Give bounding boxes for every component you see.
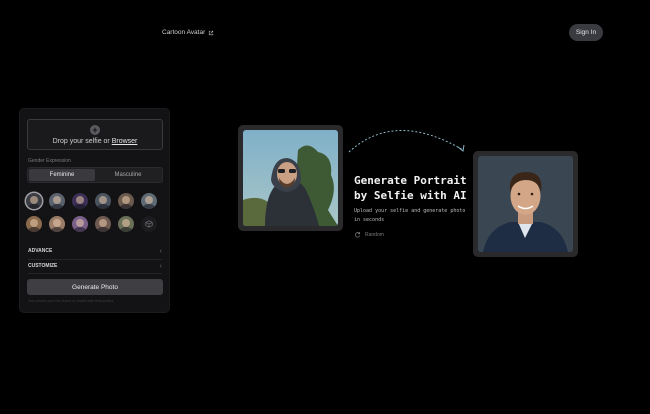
gender-expression-label: Gender Expression [28,158,71,164]
dashed-arrow [348,130,465,153]
cube-icon [145,220,153,228]
external-link-icon [209,30,214,35]
generate-photo-button[interactable]: Generate Photo [27,279,163,295]
browser-link[interactable]: Browser [112,138,138,145]
random-label: Random [365,231,384,238]
selfie-example-card [238,125,343,231]
style-avatar-grid [26,193,162,232]
style-avatar[interactable] [95,216,111,232]
refresh-icon [355,232,361,238]
hero-subtitle: Upload your selfie and generate photo in… [354,208,466,223]
style-avatar[interactable] [72,216,88,232]
generator-panel: + Drop your selfie or Browser Gender Exp… [19,108,170,313]
gender-segmented-control: Feminine Masculine [27,167,163,183]
advance-section[interactable]: ADVANCE ‹ [28,246,162,256]
divider [28,259,162,260]
cartoon-avatar-label: Cartoon Avatar [162,29,206,36]
more-styles-button[interactable] [141,216,157,232]
customize-label: CUSTOMIZE [28,263,58,269]
advance-label: ADVANCE [28,248,53,254]
portrait-result-card [473,151,578,257]
random-button[interactable]: Random [354,231,384,238]
customize-section[interactable]: CUSTOMIZE ‹ [28,261,162,271]
style-avatar[interactable] [141,193,157,209]
style-avatar[interactable] [95,193,111,209]
masculine-option[interactable]: Masculine [95,169,161,181]
divider [28,273,162,274]
plus-icon: + [90,124,100,135]
style-avatar[interactable] [49,216,65,232]
chevron-left-icon: ‹ [159,247,162,255]
cartoon-avatar-link[interactable]: Cartoon Avatar [162,29,214,36]
style-avatar[interactable] [26,216,42,232]
sign-in-button[interactable]: Sign In [569,24,603,41]
style-avatar[interactable] [118,193,134,209]
style-avatar[interactable] [26,193,42,209]
chevron-left-icon: ‹ [159,262,162,270]
style-avatar[interactable] [118,216,134,232]
feminine-option[interactable]: Feminine [29,169,95,181]
style-avatar[interactable] [72,193,88,209]
hero-title: Generate Portrait by Selfie with AI [354,174,467,202]
selfie-example-image [243,130,338,226]
style-avatar[interactable] [49,193,65,209]
dropzone-text: Drop your selfie or Browser [52,137,138,145]
privacy-footnote: Your photos won't be stored or shared wi… [28,299,114,303]
portrait-result-image [478,156,573,252]
selfie-dropzone[interactable]: + Drop your selfie or Browser [27,119,163,150]
